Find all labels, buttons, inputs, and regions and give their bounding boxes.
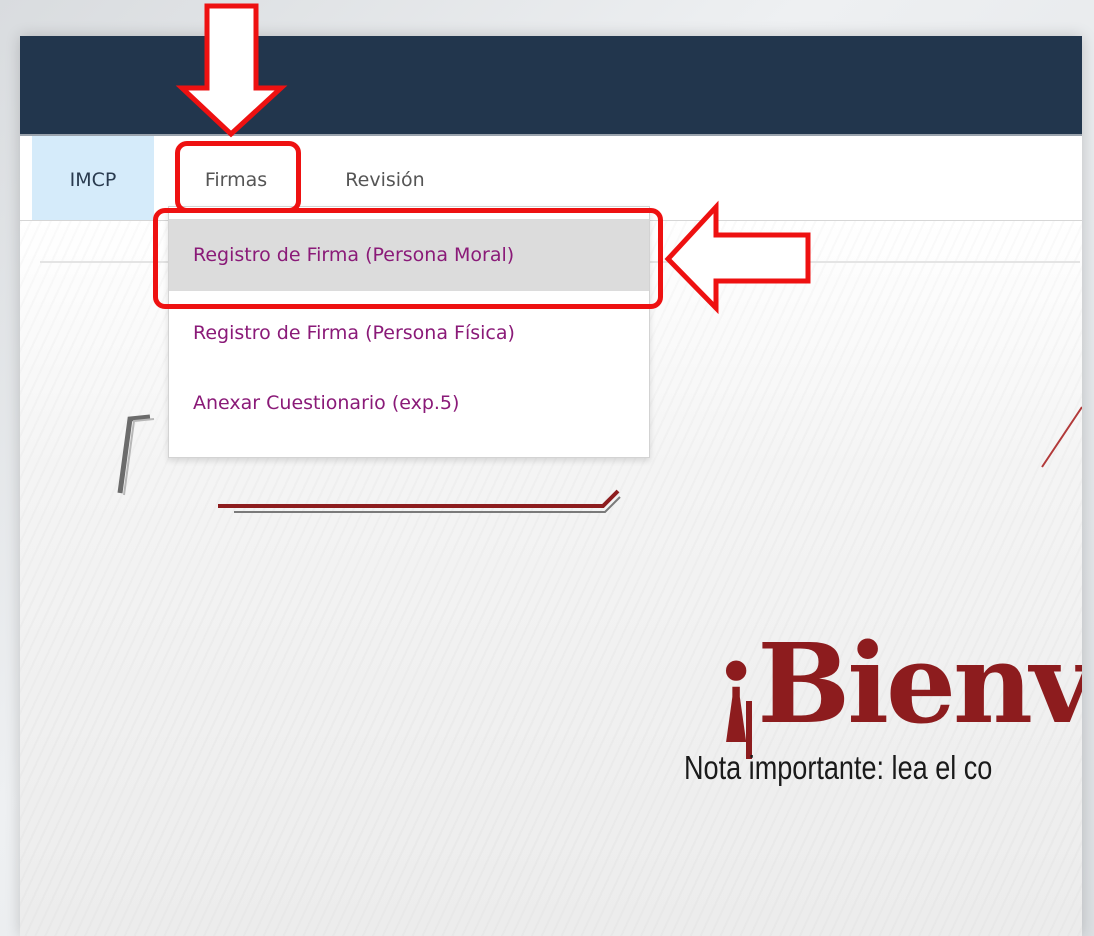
menu-item-anexar-cuestionario[interactable]: Anexar Cuestionario (exp.5) — [169, 367, 649, 439]
firmas-dropdown-menu: Registro de Firma (Persona Moral) Regist… — [168, 206, 650, 458]
menu-item-registro-persona-fisica[interactable]: Registro de Firma (Persona Física) — [169, 297, 649, 369]
header-bar — [20, 36, 1082, 136]
app-window: IMCP Firmas Revisión ¡Bienv Nota importa… — [20, 36, 1082, 936]
main-content: ¡Bienv Nota importante: lea el co Regist… — [20, 206, 1082, 936]
menu-item-registro-persona-moral[interactable]: Registro de Firma (Persona Moral) — [169, 219, 649, 291]
important-note: Nota importante: lea el co — [684, 749, 993, 786]
welcome-heading: ¡Bienv — [712, 619, 1082, 748]
nav-imcp[interactable]: IMCP — [32, 136, 154, 220]
